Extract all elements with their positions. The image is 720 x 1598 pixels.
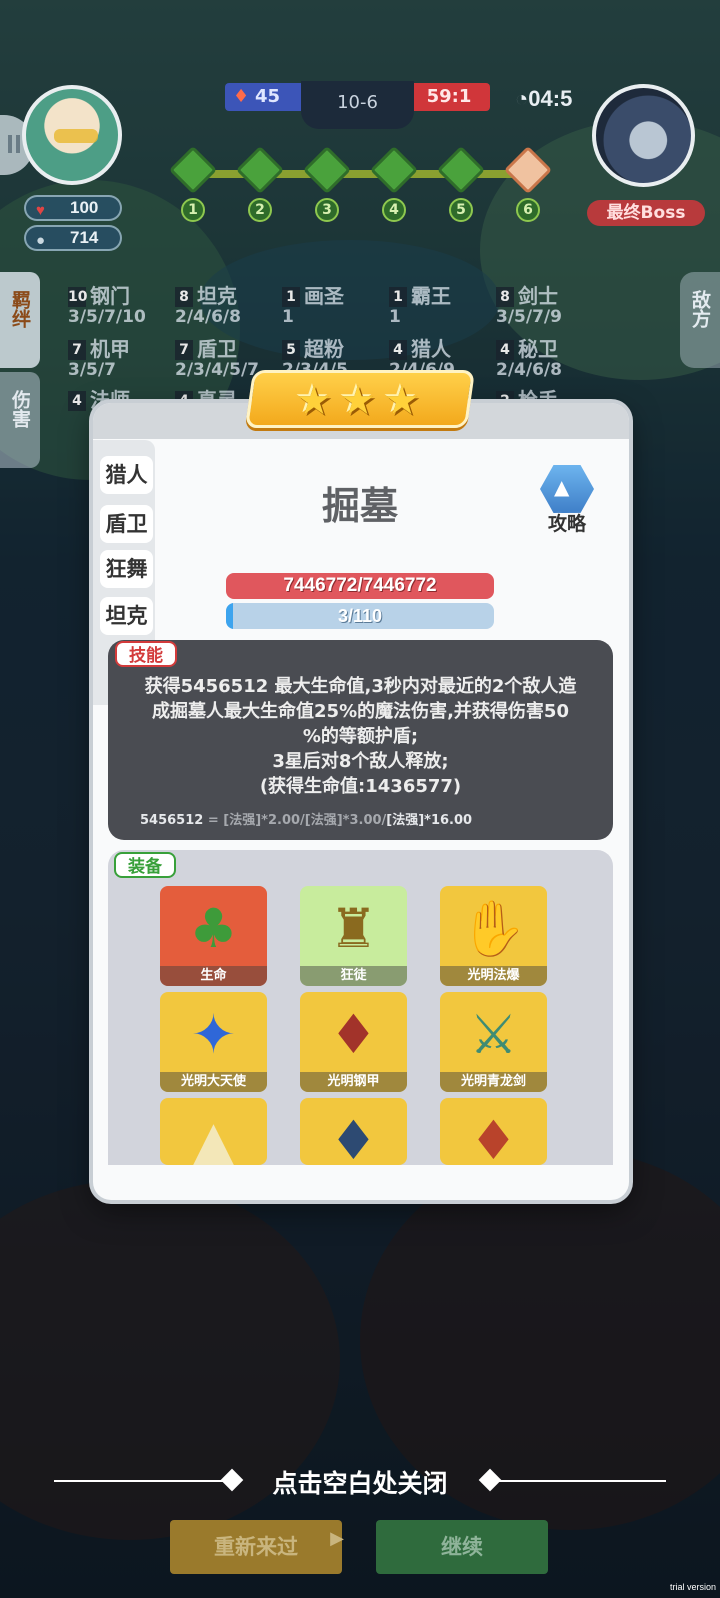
mana-fill <box>226 603 234 629</box>
tab-synergy[interactable]: 羁绊 <box>0 272 40 368</box>
stage-number: 4 <box>382 198 406 222</box>
score-right: 59:1 <box>408 83 490 111</box>
cloak-icon: ▲ <box>192 1109 235 1165</box>
trait-tab-dance[interactable]: 狂舞 <box>100 550 153 588</box>
synergy-item: 8 剑士 3/5/7/9 <box>496 284 562 327</box>
clock-icon: ◔ <box>515 86 529 111</box>
synergy-item: 7 机甲 3/5/7 <box>68 337 130 380</box>
chestplate-icon: ♦ <box>329 1003 378 1066</box>
equipment-item[interactable]: ▲ <box>160 1098 267 1165</box>
boss-avatar[interactable] <box>592 84 695 187</box>
unit-mana-bar: 3/110 <box>226 603 494 629</box>
boss-label: 最终Boss <box>587 200 705 226</box>
player-avatar[interactable] <box>22 85 122 185</box>
graduation-cap-icon: ▲ <box>554 475 570 499</box>
equipment-item[interactable]: ♦ <box>440 1098 547 1165</box>
equipment-item[interactable]: ♜ 狂徒 <box>300 886 407 986</box>
skill-description: 获得5456512 最大生命值,3秒内对最近的2个敌人造 成掘墓人最大生命值25… <box>144 676 577 797</box>
coin-icon: ● <box>36 232 46 249</box>
guide-button[interactable]: ▲ 攻略 <box>536 465 598 535</box>
synergy-item: 8 坦克 2/4/6/8 <box>175 284 241 327</box>
trait-tab-tank[interactable]: 坦克 <box>100 597 153 635</box>
stage-number: 2 <box>248 198 272 222</box>
synergy-item: 10 钢门 3/5/7/10 <box>68 284 146 327</box>
hp-pill: ♥ 100 <box>24 195 122 221</box>
tab-damage[interactable]: 伤害 <box>0 372 40 468</box>
synergy-item: 7 盾卫 2/3/4/5/7 <box>175 337 259 380</box>
video-icon: ▶ <box>330 1528 344 1549</box>
equipment-tag: 装备 <box>114 852 176 878</box>
equipment-item[interactable]: ♦ 光明钢甲 <box>300 992 407 1092</box>
gold-value: 714 <box>70 228 99 247</box>
armor-icon: ♜ <box>329 897 378 960</box>
unit-hp-bar: 7446772/7446772 <box>226 573 494 599</box>
skill-tag: 技能 <box>115 641 177 667</box>
star-icon: ★ <box>296 378 332 424</box>
stage-number: 6 <box>516 198 540 222</box>
equipment-item[interactable]: ✋ 光明法爆 <box>440 886 547 986</box>
stage-number: 3 <box>315 198 339 222</box>
star-icon: ★ <box>340 378 376 424</box>
gauntlet-icon: ✋ <box>459 897 528 960</box>
synergy-item: 4 秘卫 2/4/6/8 <box>496 337 562 380</box>
tab-enemy[interactable]: 敌方 <box>680 272 720 368</box>
synergy-item: 1 霸王 1 <box>389 284 451 327</box>
stage-number: 5 <box>449 198 473 222</box>
guide-label: 攻略 <box>547 513 586 535</box>
hp-value: 100 <box>70 198 99 217</box>
mana-text: 3/110 <box>337 606 383 626</box>
hint-divider <box>498 1480 666 1482</box>
round-timer: ◔04:5 <box>515 86 573 111</box>
equipment-item[interactable]: ⚔ 光明青龙剑 <box>440 992 547 1092</box>
round-bar: ♦ 45 59:1 10-6 <box>225 81 490 129</box>
sword-icon: ⚔ <box>469 1003 518 1066</box>
score-left: ♦ 45 <box>225 83 307 111</box>
close-hint: 点击空白处关闭 <box>272 1469 448 1498</box>
equipment-item[interactable]: ♣ 生命 <box>160 886 267 986</box>
unit-name: 掘墓 <box>321 484 398 528</box>
trait-tab-hunter[interactable]: 猎人 <box>100 456 153 494</box>
synergy-item: 1 画圣 1 <box>282 284 344 327</box>
continue-button[interactable]: 继续 <box>376 1520 548 1574</box>
equipment-item[interactable]: ✦ 光明大天使 <box>160 992 267 1092</box>
star-icon: ★ <box>384 378 420 424</box>
gold-pill: ● 714 <box>24 225 122 251</box>
round-indicator: 10-6 <box>301 81 414 129</box>
chestplate-icon: ♦ <box>329 1109 378 1165</box>
flame-icon: ♦ <box>233 86 250 107</box>
equipment-item[interactable]: ♦ <box>300 1098 407 1165</box>
skill-formula: 5456512 = [法强]*2.00/[法强]*3.00/[法强]*16.00 <box>140 813 473 828</box>
retry-button[interactable]: 重新来过 ▶ <box>170 1520 344 1574</box>
tree-icon: ♣ <box>189 897 238 960</box>
heart-icon: ♥ <box>36 202 45 219</box>
watermark: trial version <box>669 1582 716 1592</box>
chestplate-icon: ♦ <box>469 1109 518 1165</box>
staff-icon: ✦ <box>190 1003 237 1066</box>
stage-number: 1 <box>181 198 205 222</box>
trait-tab-shield[interactable]: 盾卫 <box>100 505 153 543</box>
